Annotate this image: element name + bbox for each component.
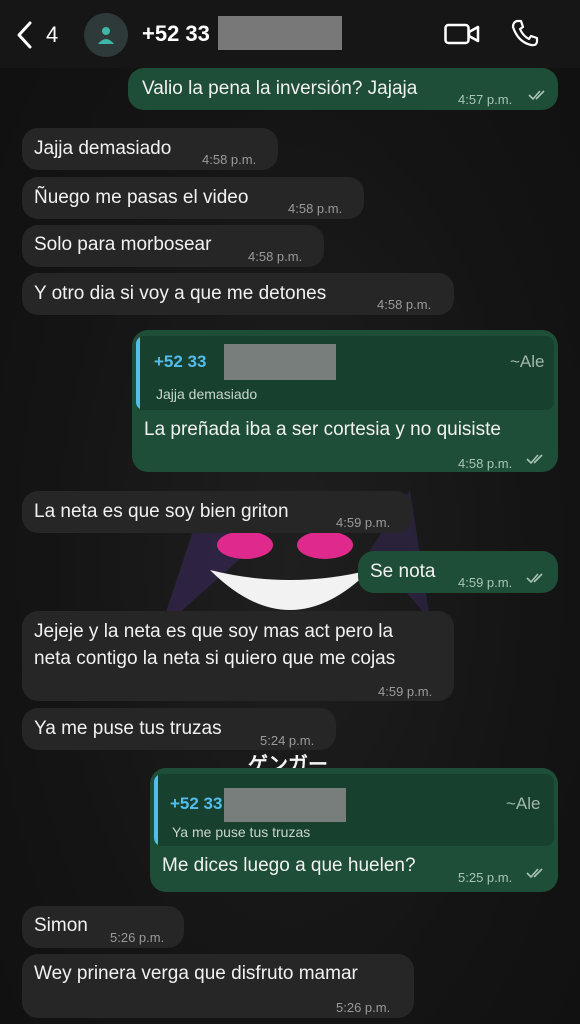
message-bubble-incoming[interactable]: Y otro dia si voy a que me detones 4:58 … xyxy=(22,273,454,315)
message-text-line-1: Jejeje y la neta es que soy mas act pero… xyxy=(34,621,394,642)
message-time: 4:59 p.m. xyxy=(378,684,433,699)
redaction-box xyxy=(224,788,346,822)
message-bubble-outgoing[interactable]: Valio la pena la inversión? Jajaja 4:57 … xyxy=(128,68,558,110)
quoted-message[interactable]: +52 33 ~Ale Ya me puse tus truzas xyxy=(154,774,554,846)
back-chevron-icon[interactable] xyxy=(14,20,36,50)
message-time: 4:58 p.m. xyxy=(458,456,513,471)
message-time: 5:25 p.m. xyxy=(458,870,513,885)
message-time: 4:59 p.m. xyxy=(458,575,513,590)
message-text-line-2: neta contigo la neta si quiero que me co… xyxy=(34,648,396,669)
person-icon xyxy=(98,27,114,44)
phone-call-icon[interactable] xyxy=(510,18,540,48)
message-text: Jajja demasiado xyxy=(34,138,172,159)
quoted-sender: +52 33 xyxy=(154,352,207,371)
contact-name[interactable]: +52 33 xyxy=(142,21,210,47)
message-text: Wey prinera verga que disfruto mamar xyxy=(34,963,358,984)
message-bubble-outgoing-reply[interactable]: +52 33 ~Ale Ya me puse tus truzas Me dic… xyxy=(150,768,558,892)
message-text: Simon xyxy=(34,915,88,936)
quoted-text: Ya me puse tus truzas xyxy=(172,824,311,840)
quoted-sender-alias: ~Ale xyxy=(510,352,545,371)
quoted-message[interactable]: +52 33 ~Ale Jajja demasiado xyxy=(136,336,554,410)
redaction-box xyxy=(218,16,342,50)
message-text: Y otro dia si voy a que me detones xyxy=(34,283,327,304)
message-text: Ya me puse tus truzas xyxy=(34,718,222,739)
quoted-sender-alias: ~Ale xyxy=(506,794,541,813)
message-bubble-incoming[interactable]: Simon 5:26 p.m. xyxy=(22,906,184,948)
message-bubble-incoming[interactable]: La neta es que soy bien griton 4:59 p.m. xyxy=(22,491,412,533)
message-text: La neta es que soy bien griton xyxy=(34,501,289,522)
contact-avatar[interactable] xyxy=(84,13,128,57)
message-time: 5:24 p.m. xyxy=(260,733,315,748)
chat-header: 4 +52 33 xyxy=(0,0,580,68)
read-receipt-icon xyxy=(526,454,543,465)
message-time: 4:57 p.m. xyxy=(458,92,513,107)
quote-accent-bar xyxy=(154,774,158,846)
message-bubble-incoming[interactable]: Jajja demasiado 4:58 p.m. xyxy=(22,128,278,170)
quoted-text: Jajja demasiado xyxy=(156,386,258,402)
message-time: 4:58 p.m. xyxy=(288,201,343,216)
message-time: 5:26 p.m. xyxy=(336,1000,391,1015)
message-time: 4:58 p.m. xyxy=(202,152,257,167)
message-bubble-outgoing[interactable]: Se nota 4:59 p.m. xyxy=(358,551,558,593)
read-receipt-icon xyxy=(528,90,545,101)
message-time: 4:58 p.m. xyxy=(248,249,303,264)
message-bubble-incoming[interactable]: Jejeje y la neta es que soy mas act pero… xyxy=(22,611,454,701)
message-bubble-outgoing-reply[interactable]: +52 33 ~Ale Jajja demasiado La preñada i… xyxy=(132,330,558,472)
message-bubble-incoming[interactable]: Ya me puse tus truzas 5:24 p.m. xyxy=(22,708,336,750)
quote-accent-bar xyxy=(136,336,140,410)
read-receipt-icon xyxy=(526,868,543,879)
video-call-icon[interactable] xyxy=(444,22,480,46)
message-text: Se nota xyxy=(370,561,436,582)
message-bubble-incoming[interactable]: Solo para morbosear 4:58 p.m. xyxy=(22,225,324,267)
unread-count[interactable]: 4 xyxy=(46,22,58,48)
message-text: Valio la pena la inversión? Jajaja xyxy=(142,78,418,99)
message-time: 4:59 p.m. xyxy=(336,515,391,530)
message-bubble-incoming[interactable]: Ñuego me pasas el video 4:58 p.m. xyxy=(22,177,364,219)
message-time: 5:26 p.m. xyxy=(110,930,165,945)
message-bubble-incoming[interactable]: Wey prinera verga que disfruto mamar 5:2… xyxy=(22,954,414,1018)
message-text: Ñuego me pasas el video xyxy=(34,187,249,208)
message-time: 4:58 p.m. xyxy=(377,297,432,312)
message-text: La preñada iba a ser cortesia y no quisi… xyxy=(144,419,501,440)
redaction-box xyxy=(224,344,336,380)
quoted-sender: +52 33 xyxy=(170,794,223,813)
read-receipt-icon xyxy=(526,573,543,584)
message-text: Me dices luego a que huelen? xyxy=(162,855,416,876)
message-text: Solo para morbosear xyxy=(34,234,212,255)
